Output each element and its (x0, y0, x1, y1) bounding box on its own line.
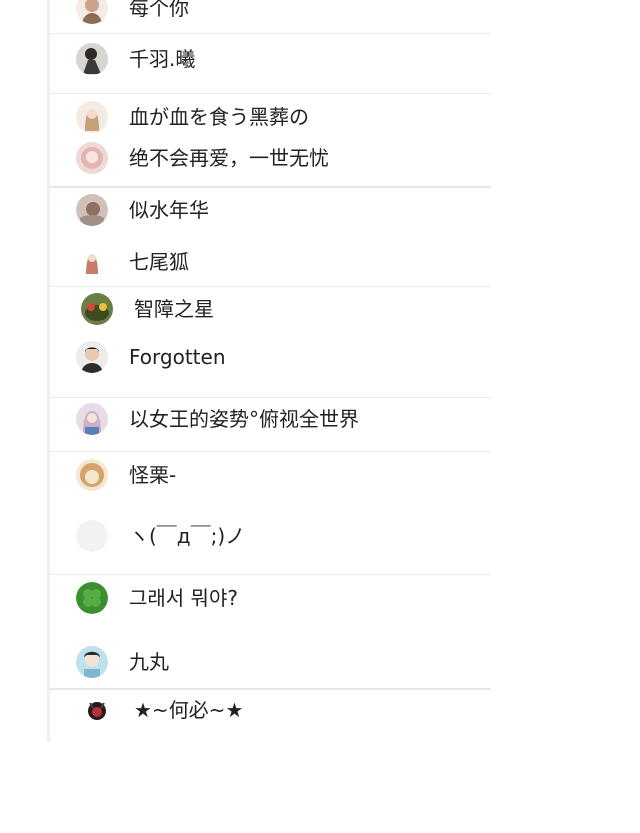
avatar-anime-icon (76, 646, 108, 678)
avatar-boy-icon (76, 341, 108, 373)
contact-name: ヽ(￣д￣;)ノ (129, 524, 246, 548)
contact-row[interactable]: 그래서 뭐야? (50, 576, 491, 620)
row-divider (50, 93, 491, 94)
avatar-blank-icon (76, 520, 108, 552)
avatar-cartoon-icon (81, 694, 113, 726)
contact-name: 七尾狐 (129, 250, 189, 274)
contact-row[interactable]: 智障之星 (55, 287, 496, 331)
contact-name: 智障之星 (134, 297, 214, 321)
row-divider (50, 574, 491, 575)
row-divider (50, 451, 491, 452)
avatar-girl-icon (76, 142, 108, 174)
contact-name: 似水年华 (129, 198, 209, 222)
contact-row[interactable]: 七尾狐 (50, 240, 491, 284)
contact-row[interactable]: 血が血を食う黑葬の (50, 95, 491, 139)
contact-row[interactable]: 以女王的姿势°俯视全世界 (50, 397, 491, 441)
contact-row[interactable]: ヽ(￣д￣;)ノ (50, 514, 491, 558)
avatar-figure-icon (76, 43, 108, 75)
avatar-fox-icon (76, 246, 108, 278)
contact-name: Forgotten (129, 345, 226, 369)
contact-row[interactable]: 九丸 (50, 640, 491, 684)
contact-name: 千羽.曦 (129, 47, 196, 71)
contact-row[interactable]: 似水年华 (50, 188, 491, 232)
contact-name: 每个你 (129, 0, 189, 20)
contact-row[interactable]: Forgotten (50, 335, 491, 379)
contact-name: 그래서 뭐야? (129, 586, 238, 610)
contact-name: 以女王的姿势°俯视全世界 (129, 407, 359, 431)
avatar-anime-icon (76, 459, 108, 491)
avatar-clover-icon (76, 582, 108, 614)
avatar-cartoon-icon (81, 293, 113, 325)
row-divider (50, 33, 491, 34)
avatar-scene-icon (76, 194, 108, 226)
contact-name: ★~何必~★ (134, 698, 244, 722)
contact-row[interactable]: 怪栗- (50, 453, 491, 497)
contact-row[interactable]: 千羽.曦 (50, 37, 491, 81)
contact-row[interactable]: ★~何必~★ (55, 688, 496, 732)
contact-name: 绝不会再爱，一世无忧 (129, 146, 329, 170)
avatar-girl-icon (76, 403, 108, 435)
contact-row[interactable]: 绝不会再爱，一世无忧 (50, 136, 491, 180)
contact-list: 每个你 千羽.曦 血が血を食う黑葬の 绝不会再爱，一世无忧 似水年华 七尾狐 智… (47, 0, 491, 742)
contact-name: 怪栗- (129, 463, 177, 487)
avatar-girl-icon (76, 101, 108, 133)
contact-row[interactable]: 每个你 (50, 0, 491, 30)
contact-name: 九丸 (129, 650, 169, 674)
contact-name: 血が血を食う黑葬の (129, 105, 309, 129)
avatar-girl-icon (76, 0, 108, 24)
